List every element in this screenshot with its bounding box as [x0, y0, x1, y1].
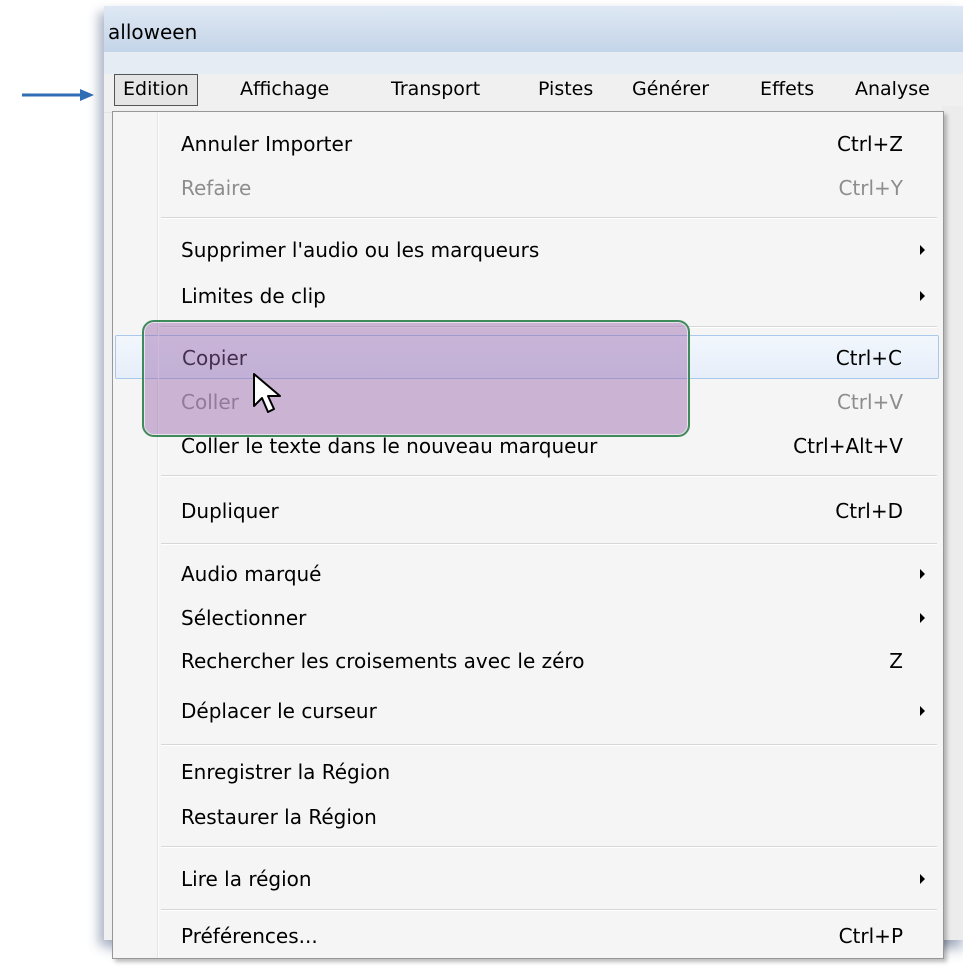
- menu-item-label: Restaurer la Région: [181, 805, 377, 829]
- menu-item-label: Refaire: [181, 176, 252, 200]
- menu-item-rechercher-croisements-zero[interactable]: Rechercher les croisements avec le zéro …: [115, 639, 939, 683]
- menu-item-label: Limites de clip: [181, 284, 326, 308]
- menu-item-label: Lire la région: [181, 867, 312, 891]
- menu-separator: [161, 909, 937, 911]
- menu-item-label: Sélectionner: [181, 606, 307, 630]
- menu-item-refaire[interactable]: Refaire Ctrl+Y: [115, 166, 939, 210]
- menu-bar: [104, 74, 963, 113]
- menu-item-restaurer-region[interactable]: Restaurer la Région: [115, 795, 939, 839]
- annotation-highlight-box: [142, 320, 690, 437]
- menu-transport[interactable]: Transport: [391, 74, 480, 104]
- menu-item-label: Annuler Importer: [181, 132, 353, 156]
- menu-separator: [161, 475, 937, 477]
- menu-separator: [161, 217, 937, 219]
- menu-affichage[interactable]: Affichage: [240, 74, 329, 104]
- menu-item-shortcut: Ctrl+C: [835, 346, 902, 370]
- menu-separator: [161, 846, 937, 848]
- menu-item-supprimer-audio[interactable]: Supprimer l'audio ou les marqueurs: [115, 228, 939, 272]
- menu-item-shortcut: Ctrl+V: [836, 390, 903, 414]
- submenu-arrow-icon: [920, 569, 925, 579]
- menu-item-shortcut: Ctrl+P: [838, 924, 903, 948]
- menu-item-shortcut: Ctrl+Z: [836, 132, 903, 156]
- menu-item-annuler-importer[interactable]: Annuler Importer Ctrl+Z: [115, 122, 939, 166]
- submenu-arrow-icon: [920, 613, 925, 623]
- submenu-arrow-icon: [920, 706, 925, 716]
- annotation-arrow-icon: [22, 89, 94, 101]
- menu-pistes[interactable]: Pistes: [538, 74, 593, 104]
- menu-item-label: Préférences...: [181, 924, 318, 948]
- menu-item-label: Enregistrer la Région: [181, 760, 391, 784]
- menu-separator: [161, 543, 937, 545]
- menu-item-label: Supprimer l'audio ou les marqueurs: [181, 238, 540, 262]
- submenu-arrow-icon: [920, 291, 925, 301]
- menu-item-shortcut: Ctrl+Y: [838, 176, 903, 200]
- edition-dropdown-menu: Annuler Importer Ctrl+Z Refaire Ctrl+Y S…: [112, 111, 944, 959]
- toolbar-strip: [104, 52, 963, 74]
- menu-item-shortcut: Ctrl+Alt+V: [793, 434, 903, 458]
- menu-item-label: Dupliquer: [181, 499, 279, 523]
- menu-item-lire-region[interactable]: Lire la région: [115, 857, 939, 901]
- menu-item-label: Déplacer le curseur: [181, 699, 377, 723]
- menu-item-shortcut: Ctrl+D: [835, 499, 903, 523]
- submenu-arrow-icon: [920, 245, 925, 255]
- submenu-arrow-icon: [920, 874, 925, 884]
- menu-item-selectionner[interactable]: Sélectionner: [115, 596, 939, 640]
- menu-effets[interactable]: Effets: [760, 74, 814, 104]
- title-bar: alloween: [104, 6, 963, 52]
- background-app-area: [942, 106, 963, 940]
- menu-item-limites-de-clip[interactable]: Limites de clip: [115, 274, 939, 318]
- menu-item-label: Audio marqué: [181, 562, 322, 586]
- window-title: alloween: [108, 20, 198, 44]
- mouse-pointer-icon: [253, 373, 281, 413]
- menu-separator: [161, 744, 937, 746]
- menu-item-deplacer-curseur[interactable]: Déplacer le curseur: [115, 689, 939, 733]
- menu-item-shortcut: Z: [889, 649, 903, 673]
- menu-item-audio-marque[interactable]: Audio marqué: [115, 552, 939, 596]
- menu-analyse[interactable]: Analyse: [855, 74, 930, 104]
- menu-item-enregistrer-region[interactable]: Enregistrer la Région: [115, 750, 939, 794]
- menu-edition[interactable]: Edition: [114, 74, 198, 106]
- menu-generer[interactable]: Générer: [632, 74, 709, 104]
- menu-item-dupliquer[interactable]: Dupliquer Ctrl+D: [115, 489, 939, 533]
- menu-item-preferences[interactable]: Préférences... Ctrl+P: [115, 914, 939, 958]
- menu-item-label: Rechercher les croisements avec le zéro: [181, 649, 585, 673]
